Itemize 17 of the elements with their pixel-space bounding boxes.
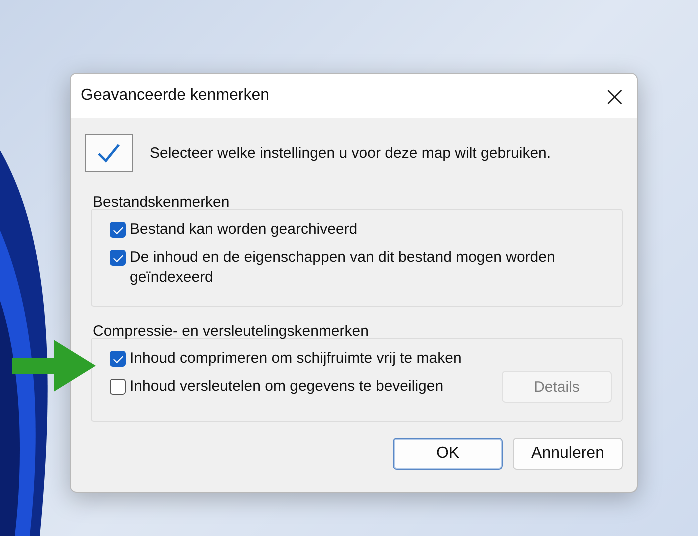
ok-button[interactable]: OK: [393, 438, 503, 470]
checkbox-label[interactable]: Inhoud comprimeren om schijfruimte vrij te maken: [130, 349, 612, 369]
checkbox-label[interactable]: De inhoud en de eigenschappen van dit bestand mogen worden geïndexeerd: [130, 248, 612, 288]
window-title: Geavanceerde kenmerken: [81, 87, 270, 105]
checkbox-label[interactable]: Inhoud versleutelen om gegevens te beveiligen: [130, 377, 498, 397]
checkbox[interactable]: [110, 250, 126, 266]
instruction-text: Selecteer welke instellingen u voor deze map wilt gebruiken.: [150, 144, 552, 162]
checkbox[interactable]: [110, 222, 126, 238]
arrow-icon: [12, 340, 96, 392]
checkbox[interactable]: [110, 351, 126, 367]
checkbox[interactable]: [110, 379, 126, 395]
group-title: Bestandskenmerken: [93, 194, 231, 211]
cancel-button[interactable]: Annuleren: [513, 438, 623, 470]
close-button[interactable]: ×: [593, 74, 637, 118]
group-title: Compressie- en versleutelingskenmerken: [93, 323, 370, 340]
checkmark-icon: [85, 134, 133, 172]
checkbox-label[interactable]: Bestand kan worden gearchiveerd: [130, 220, 612, 240]
